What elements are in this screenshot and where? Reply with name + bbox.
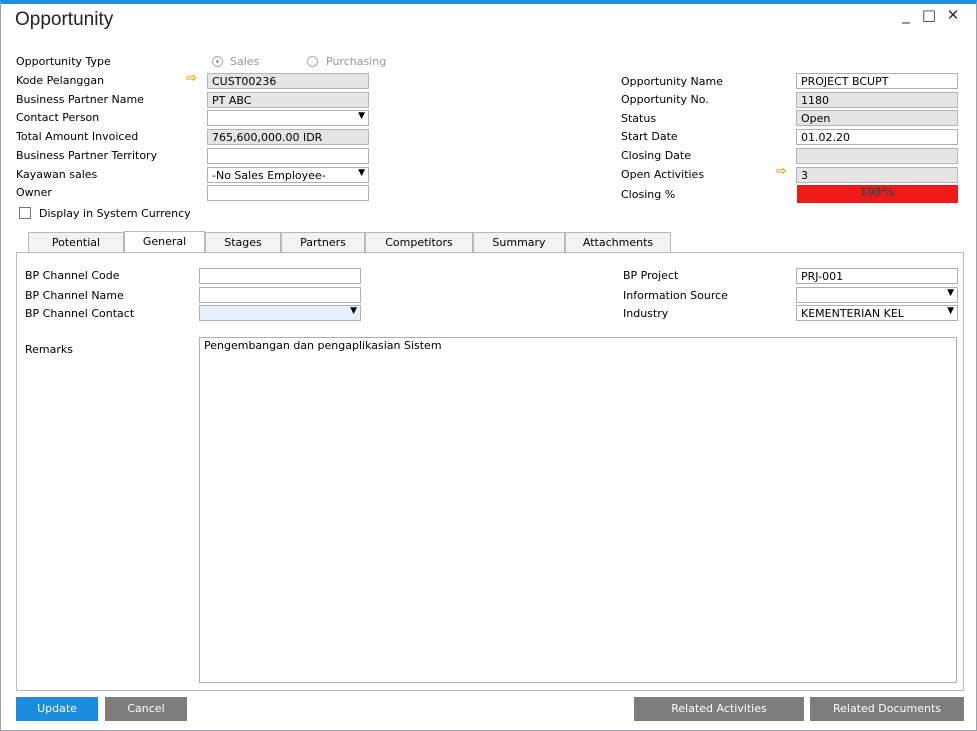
remarks-label: Remarks <box>25 343 73 356</box>
open-activities-field[interactable]: 3 <box>796 167 958 183</box>
bp-territory-label: Business Partner Territory <box>16 149 158 162</box>
kode-pelanggan-field[interactable]: CUST00236 <box>207 73 369 89</box>
chevron-down-icon: ▼ <box>358 168 365 178</box>
contact-person-select[interactable]: ▼ <box>207 110 369 126</box>
bp-channel-code-field[interactable] <box>199 268 361 284</box>
industry-select[interactable]: KEMENTERIAN KEL ▼ <box>796 305 958 321</box>
bp-name-label: Business Partner Name <box>16 93 144 106</box>
tab-partners[interactable]: Partners <box>281 232 365 253</box>
window-title: Opportunity <box>15 9 114 30</box>
bp-project-label: BP Project <box>623 269 679 282</box>
start-date-field[interactable]: 01.02.20 <box>796 129 958 145</box>
info-source-select[interactable]: ▼ <box>796 287 958 303</box>
close-icon[interactable]: ✕ <box>943 6 963 24</box>
industry-label: Industry <box>623 307 669 320</box>
link-arrow-icon[interactable]: ⇨ <box>776 164 787 179</box>
display-currency-checkbox[interactable] <box>19 207 31 219</box>
bp-name-field[interactable]: PT ABC <box>207 92 369 108</box>
closing-date-label: Closing Date <box>621 149 691 162</box>
owner-label: Owner <box>16 186 52 199</box>
opp-name-label: Opportunity Name <box>621 75 723 88</box>
total-invoiced-field[interactable]: 765,600,000.00 IDR <box>207 129 369 145</box>
closing-pct-label: Closing % <box>621 188 676 201</box>
remarks-textarea[interactable]: Pengembangan dan pengaplikasian Sistem <box>199 337 957 683</box>
chevron-down-icon: ▼ <box>947 306 954 316</box>
kayawan-sales-select[interactable]: -No Sales Employee- ▼ <box>207 167 369 183</box>
bp-project-field[interactable]: PRJ-001 <box>796 268 958 284</box>
status-field[interactable]: Open <box>796 110 958 126</box>
radio-sales[interactable] <box>212 56 223 67</box>
owner-field[interactable] <box>207 185 369 201</box>
kayawan-sales-label: Kayawan sales <box>16 168 98 181</box>
related-documents-button[interactable]: Related Documents <box>810 697 964 721</box>
related-activities-button[interactable]: Related Activities <box>634 697 804 721</box>
bp-channel-name-label: BP Channel Name <box>25 289 124 302</box>
opp-name-field[interactable]: PROJECT BCUPT <box>796 73 958 89</box>
maximize-icon[interactable]: □ <box>919 6 939 24</box>
chevron-down-icon: ▼ <box>358 111 365 121</box>
bp-channel-contact-select[interactable]: ▼ <box>199 305 361 321</box>
closing-pct-bar: 100% <box>797 185 958 203</box>
chevron-down-icon: ▼ <box>947 288 954 298</box>
display-currency-label: Display in System Currency <box>39 207 191 220</box>
radio-sales-label: Sales <box>230 55 260 68</box>
update-button[interactable]: Update <box>16 697 98 721</box>
title-bar: Opportunity _ □ ✕ <box>1 4 976 36</box>
radio-purchasing[interactable] <box>307 56 318 67</box>
contact-person-label: Contact Person <box>16 111 100 124</box>
kode-pelanggan-label: Kode Pelanggan <box>16 74 105 87</box>
closing-date-field[interactable] <box>796 148 958 164</box>
bp-channel-name-field[interactable] <box>199 287 361 303</box>
start-date-label: Start Date <box>621 130 678 143</box>
info-source-label: Information Source <box>623 289 728 302</box>
bp-channel-code-label: BP Channel Code <box>25 269 120 282</box>
chevron-down-icon: ▼ <box>350 306 357 316</box>
tab-potential[interactable]: Potential <box>28 232 124 253</box>
opp-no-field[interactable]: 1180 <box>796 92 958 108</box>
bp-territory-field[interactable] <box>207 148 369 164</box>
tab-stages[interactable]: Stages <box>205 232 281 253</box>
link-arrow-icon[interactable]: ⇨ <box>186 71 197 86</box>
radio-purchasing-label: Purchasing <box>326 55 387 68</box>
opportunity-window: Opportunity _ □ ✕ Opportunity Type Sales… <box>0 0 977 731</box>
opp-no-label: Opportunity No. <box>621 93 709 106</box>
cancel-button[interactable]: Cancel <box>105 697 187 721</box>
bp-channel-contact-label: BP Channel Contact <box>25 307 135 320</box>
status-label: Status <box>621 112 657 125</box>
tab-general[interactable]: General <box>124 231 205 253</box>
opportunity-type-label: Opportunity Type <box>16 55 111 68</box>
open-activities-label: Open Activities <box>621 168 705 181</box>
total-invoiced-label: Total Amount Invoiced <box>16 130 139 143</box>
tab-attachments[interactable]: Attachments <box>565 232 671 253</box>
tab-summary[interactable]: Summary <box>473 232 565 253</box>
tab-competitors[interactable]: Competitors <box>365 232 473 253</box>
minimize-icon[interactable]: _ <box>896 6 916 24</box>
